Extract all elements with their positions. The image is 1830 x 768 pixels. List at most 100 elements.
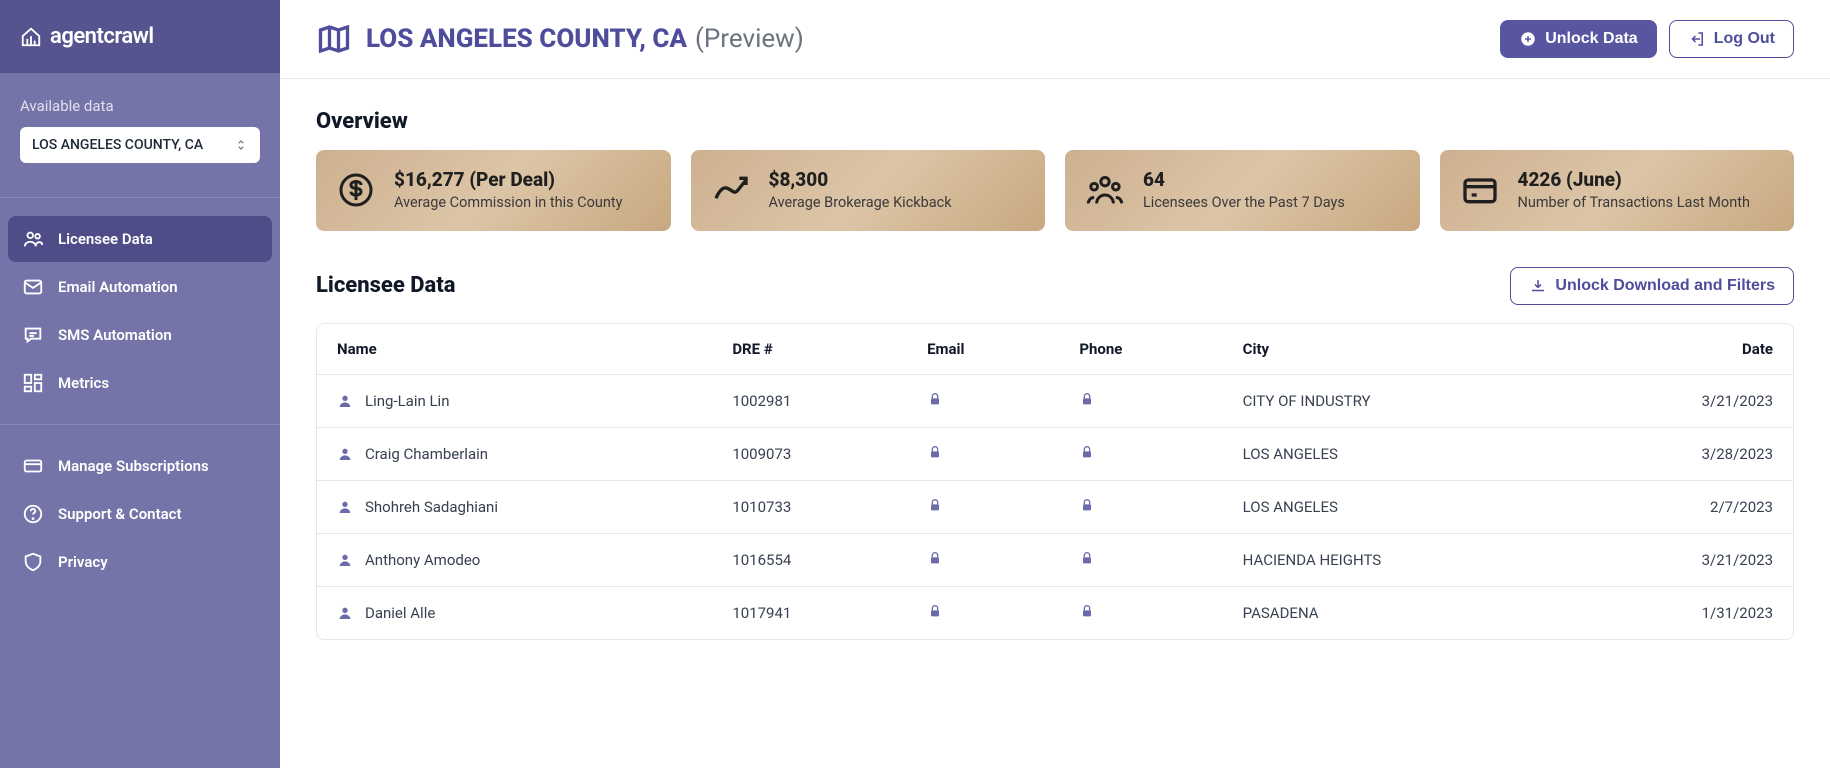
cell-dre: 1017941 (712, 586, 907, 639)
unlock-data-label: Unlock Data (1545, 30, 1637, 48)
person-icon (337, 393, 353, 409)
cell-email (907, 427, 1059, 480)
nav-item-sms-automation[interactable]: SMS Automation (8, 312, 272, 358)
logout-label: Log Out (1714, 30, 1775, 48)
table-row[interactable]: Daniel Alle1017941PASADENA1/31/2023 (317, 586, 1793, 639)
nav-label: Support & Contact (58, 505, 182, 523)
cell-date: 3/28/2023 (1574, 427, 1793, 480)
logo-icon (20, 26, 42, 48)
person-icon (337, 552, 353, 568)
cell-city: PASADENA (1223, 586, 1574, 639)
person-icon (337, 499, 353, 515)
table-row[interactable]: Craig Chamberlain1009073LOS ANGELES3/28/… (317, 427, 1793, 480)
nav-label: Manage Subscriptions (58, 457, 209, 475)
lock-icon (927, 444, 943, 460)
lock-icon (1079, 497, 1095, 513)
dollar-icon (336, 170, 376, 210)
person-icon (337, 446, 353, 462)
logout-button[interactable]: Log Out (1669, 20, 1794, 58)
overview-title: Overview (316, 109, 1794, 134)
help-icon (22, 503, 44, 525)
cell-date: 3/21/2023 (1574, 374, 1793, 427)
header-left: LOS ANGELES COUNTY, CA (Preview) (316, 21, 804, 57)
users-icon (22, 228, 44, 250)
download-icon (1529, 277, 1547, 295)
page-title: LOS ANGELES COUNTY, CA (366, 24, 687, 54)
cell-phone (1059, 533, 1222, 586)
main: LOS ANGELES COUNTY, CA (Preview) Unlock … (280, 0, 1830, 768)
cell-dre: 1009073 (712, 427, 907, 480)
county-selector[interactable]: LOS ANGELES COUNTY, CA (20, 127, 260, 163)
overview-card: 64Licensees Over the Past 7 Days (1065, 150, 1420, 231)
header-actions: Unlock Data Log Out (1500, 20, 1794, 58)
cell-email (907, 586, 1059, 639)
overview-card: 4226 (June)Number of Transactions Last M… (1440, 150, 1795, 231)
col-city: City (1223, 324, 1574, 375)
mail-icon (22, 276, 44, 298)
nav-item-licensee-data[interactable]: Licensee Data (8, 216, 272, 262)
cell-name: Ling-Lain Lin (317, 374, 712, 427)
col-name: Name (317, 324, 712, 375)
header: LOS ANGELES COUNTY, CA (Preview) Unlock … (280, 0, 1830, 79)
divider (0, 197, 280, 198)
logo[interactable]: agentcrawl (0, 0, 280, 73)
divider (0, 424, 280, 425)
chevron-updown-icon (234, 138, 248, 152)
lock-icon (927, 497, 943, 513)
cell-dre: 1002981 (712, 374, 907, 427)
card-icon (22, 455, 44, 477)
card-value: 64 (1143, 168, 1345, 191)
cell-phone (1059, 427, 1222, 480)
county-selected-value: LOS ANGELES COUNTY, CA (32, 137, 203, 153)
available-data-section: Available data LOS ANGELES COUNTY, CA (0, 73, 280, 187)
nav-label: Licensee Data (58, 230, 153, 248)
nav-item-email-automation[interactable]: Email Automation (8, 264, 272, 310)
card-label: Number of Transactions Last Month (1518, 193, 1750, 213)
table-row[interactable]: Anthony Amodeo1016554HACIENDA HEIGHTS3/2… (317, 533, 1793, 586)
cell-name: Shohreh Sadaghiani (317, 480, 712, 533)
map-icon (316, 21, 352, 57)
cell-date: 1/31/2023 (1574, 586, 1793, 639)
cell-email (907, 374, 1059, 427)
nav-item-support-contact[interactable]: Support & Contact (8, 491, 272, 537)
cell-phone (1059, 586, 1222, 639)
unlock-data-button[interactable]: Unlock Data (1500, 20, 1656, 58)
overview-card: $8,300Average Brokerage Kickback (691, 150, 1046, 231)
cell-city: LOS ANGELES (1223, 427, 1574, 480)
nav-item-manage-subscriptions[interactable]: Manage Subscriptions (8, 443, 272, 489)
lock-icon (1079, 603, 1095, 619)
plus-circle-icon (1519, 30, 1537, 48)
cell-name: Anthony Amodeo (317, 533, 712, 586)
page-title-suffix: (Preview) (695, 24, 804, 54)
cell-dre: 1016554 (712, 533, 907, 586)
sidebar: agentcrawl Available data LOS ANGELES CO… (0, 0, 280, 768)
licensee-header: Licensee Data Unlock Download and Filter… (316, 267, 1794, 305)
table-row[interactable]: Shohreh Sadaghiani1010733LOS ANGELES2/7/… (317, 480, 1793, 533)
nav-item-privacy[interactable]: Privacy (8, 539, 272, 585)
lock-icon (1079, 444, 1095, 460)
nav-label: SMS Automation (58, 326, 172, 344)
message-icon (22, 324, 44, 346)
logout-icon (1688, 30, 1706, 48)
col-date: Date (1574, 324, 1793, 375)
cell-city: CITY OF INDUSTRY (1223, 374, 1574, 427)
nav-item-metrics[interactable]: Metrics (8, 360, 272, 406)
dashboard-icon (22, 372, 44, 394)
cell-date: 2/7/2023 (1574, 480, 1793, 533)
cell-email (907, 480, 1059, 533)
card-value: $8,300 (769, 168, 952, 191)
group-icon (1085, 170, 1125, 210)
table-row[interactable]: Ling-Lain Lin1002981 CITY OF INDUSTRY3/21… (317, 374, 1793, 427)
brand-text: agentcrawl (50, 24, 154, 49)
col-email: Email (907, 324, 1059, 375)
nav-label: Email Automation (58, 278, 178, 296)
card-label: Average Commission in this County (394, 193, 622, 213)
col-dre-: DRE # (712, 324, 907, 375)
card2-icon (1460, 170, 1500, 210)
lock-icon (1079, 391, 1095, 407)
person-icon (337, 605, 353, 621)
cell-phone (1059, 374, 1222, 427)
lock-icon (927, 391, 943, 407)
nav-primary: Licensee Data Email Automation SMS Automat… (0, 208, 280, 414)
unlock-download-button[interactable]: Unlock Download and Filters (1510, 267, 1794, 305)
